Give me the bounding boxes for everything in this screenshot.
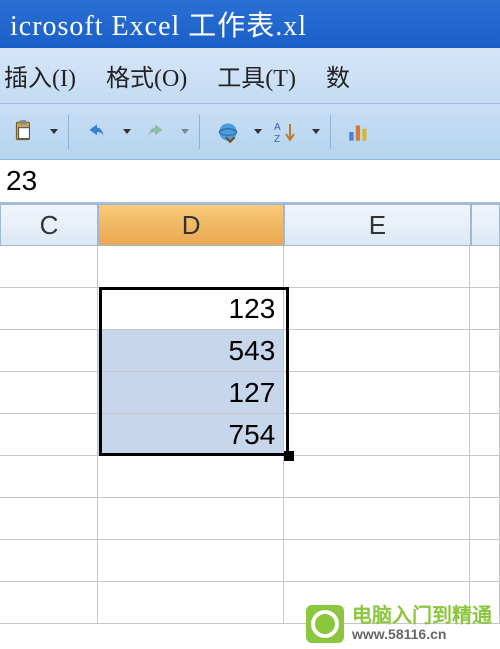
cell-d4[interactable]: 127 bbox=[98, 372, 284, 414]
cell[interactable] bbox=[284, 246, 470, 288]
separator bbox=[330, 115, 331, 149]
menu-tools[interactable]: 工具(T) bbox=[217, 58, 296, 93]
column-header-e[interactable]: E bbox=[284, 204, 470, 246]
cell[interactable] bbox=[470, 456, 500, 498]
cell[interactable] bbox=[0, 540, 98, 582]
cell[interactable] bbox=[284, 414, 470, 456]
titlebar: icrosoft Excel 工作表.xl bbox=[0, 0, 500, 48]
cell[interactable] bbox=[98, 582, 284, 624]
cell[interactable] bbox=[98, 456, 284, 498]
formula-bar[interactable]: 23 bbox=[0, 160, 500, 204]
cell-d2[interactable]: 123 bbox=[98, 288, 284, 330]
undo-button[interactable] bbox=[79, 114, 115, 150]
title-text: icrosoft Excel 工作表.xl bbox=[10, 4, 307, 44]
menubar: 插入(I) 格式(O) 工具(T) 数 bbox=[0, 48, 500, 104]
separator bbox=[199, 115, 200, 149]
cell-d5[interactable]: 754 bbox=[98, 414, 284, 456]
chart-button[interactable] bbox=[341, 114, 377, 150]
cell[interactable] bbox=[284, 288, 470, 330]
cell[interactable] bbox=[470, 372, 500, 414]
svg-text:Z: Z bbox=[274, 134, 280, 145]
cell[interactable] bbox=[0, 330, 98, 372]
cell[interactable] bbox=[284, 330, 470, 372]
sort-button[interactable]: AZ bbox=[268, 114, 304, 150]
cell[interactable] bbox=[284, 456, 470, 498]
column-header-c[interactable]: C bbox=[0, 204, 98, 246]
grid[interactable]: 123 543 127 754 bbox=[0, 246, 500, 624]
menu-insert[interactable]: 插入(I) bbox=[4, 58, 76, 93]
cell[interactable] bbox=[0, 414, 98, 456]
cell[interactable] bbox=[0, 498, 98, 540]
svg-text:A: A bbox=[274, 122, 281, 133]
cell[interactable] bbox=[98, 540, 284, 582]
watermark: 电脑入门到精通 www.58116.cn bbox=[306, 605, 492, 643]
formula-value: 23 bbox=[6, 165, 37, 197]
watermark-text: 电脑入门到精通 bbox=[352, 606, 492, 626]
cell[interactable] bbox=[0, 288, 98, 330]
cell[interactable] bbox=[470, 246, 500, 288]
cell[interactable] bbox=[0, 246, 98, 288]
hyperlink-dropdown-icon[interactable] bbox=[254, 129, 262, 134]
cell[interactable] bbox=[284, 540, 470, 582]
watermark-logo-icon bbox=[306, 605, 344, 643]
cell[interactable] bbox=[284, 498, 470, 540]
cell[interactable] bbox=[284, 372, 470, 414]
paste-dropdown-icon[interactable] bbox=[50, 129, 58, 134]
cell[interactable] bbox=[98, 498, 284, 540]
menu-data[interactable]: 数 bbox=[326, 58, 350, 93]
toolbar: AZ bbox=[0, 104, 500, 160]
cell[interactable] bbox=[470, 288, 500, 330]
hyperlink-button[interactable] bbox=[210, 114, 246, 150]
redo-dropdown-icon[interactable] bbox=[181, 129, 189, 134]
cell[interactable] bbox=[470, 540, 500, 582]
watermark-url: www.58116.cn bbox=[352, 626, 492, 642]
column-header-f[interactable] bbox=[471, 204, 500, 246]
cell[interactable] bbox=[470, 330, 500, 372]
spreadsheet: C D E 123 543 127 bbox=[0, 204, 500, 624]
separator bbox=[68, 115, 69, 149]
sort-dropdown-icon[interactable] bbox=[312, 129, 320, 134]
cell[interactable] bbox=[470, 414, 500, 456]
undo-dropdown-icon[interactable] bbox=[123, 129, 131, 134]
cell[interactable] bbox=[98, 246, 284, 288]
paste-button[interactable] bbox=[6, 114, 42, 150]
column-headers: C D E bbox=[0, 204, 500, 246]
cell[interactable] bbox=[0, 456, 98, 498]
cell[interactable] bbox=[0, 372, 98, 414]
cell-d3[interactable]: 543 bbox=[98, 330, 284, 372]
column-header-d[interactable]: D bbox=[98, 204, 284, 246]
menu-format[interactable]: 格式(O) bbox=[106, 58, 187, 93]
redo-button[interactable] bbox=[137, 114, 173, 150]
cell[interactable] bbox=[470, 498, 500, 540]
cell[interactable] bbox=[0, 582, 98, 624]
